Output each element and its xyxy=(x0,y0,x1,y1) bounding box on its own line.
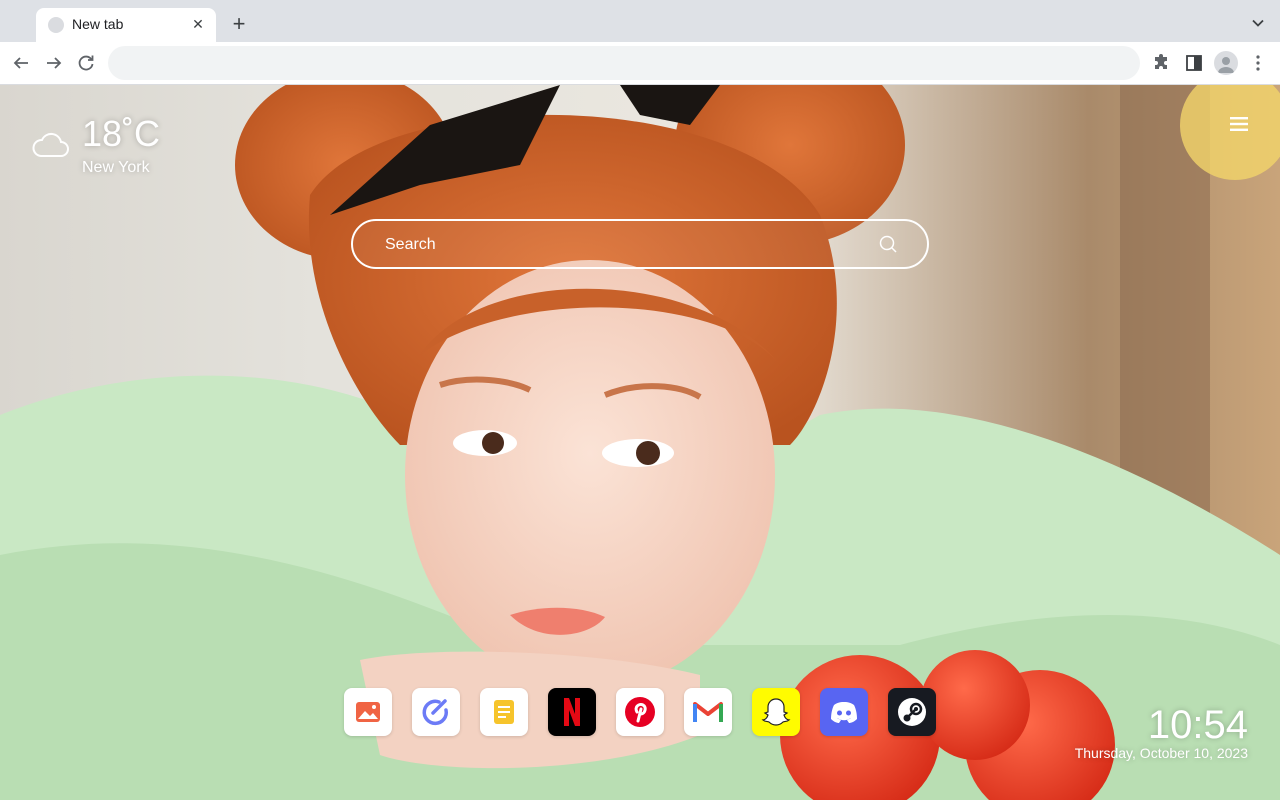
pinterest-icon xyxy=(625,697,655,727)
weather-city: New York xyxy=(82,159,150,176)
puzzle-icon[interactable] xyxy=(1150,51,1174,75)
search-input[interactable] xyxy=(383,221,867,269)
notepad-icon xyxy=(494,700,514,724)
close-icon[interactable]: ✕ xyxy=(188,14,208,34)
clock-time: 10:54 xyxy=(1147,703,1248,747)
netflix-icon xyxy=(564,698,580,726)
tab-strip: New tab ✕ + xyxy=(0,0,1280,42)
discord-icon xyxy=(831,702,857,723)
steam-icon xyxy=(898,698,926,726)
weather-temperature: 18˚C xyxy=(82,113,161,154)
app-pinterest[interactable] xyxy=(616,688,664,736)
clock-widget: 10:54 Thursday, October 10, 2023 xyxy=(1075,703,1248,761)
browser-toolbar xyxy=(0,42,1280,85)
snapchat-icon xyxy=(761,698,791,726)
app-steam[interactable] xyxy=(888,688,936,736)
tab-title: New tab xyxy=(72,16,124,32)
chevron-down-icon[interactable] xyxy=(1248,13,1268,33)
clock-date: Thursday, October 10, 2023 xyxy=(1074,745,1248,761)
reload-icon[interactable] xyxy=(74,51,98,75)
arrow-right-icon[interactable] xyxy=(42,51,66,75)
image-icon xyxy=(356,702,380,722)
side-panel-icon[interactable] xyxy=(1182,51,1206,75)
search-icon[interactable] xyxy=(879,235,897,253)
app-discord[interactable] xyxy=(820,688,868,736)
app-todo[interactable] xyxy=(412,688,460,736)
avatar-icon[interactable] xyxy=(1214,51,1238,75)
plus-icon[interactable]: + xyxy=(226,11,252,37)
app-snapchat[interactable] xyxy=(752,688,800,736)
check-circle-icon xyxy=(422,699,448,726)
cloud-icon xyxy=(32,132,69,157)
gmail-icon xyxy=(693,702,723,722)
tab-new-tab[interactable]: New tab ✕ xyxy=(36,8,216,42)
new-tab-page: 18˚C New York Search 10:54 Thursday, Oct… xyxy=(0,85,1280,800)
arrow-left-icon[interactable] xyxy=(9,51,33,75)
tab-favicon-icon xyxy=(48,17,64,33)
kebab-icon[interactable] xyxy=(1246,51,1270,75)
hamburger-icon[interactable] xyxy=(1230,115,1248,133)
app-photos[interactable] xyxy=(344,688,392,736)
search-bar[interactable] xyxy=(351,219,929,269)
app-gmail[interactable] xyxy=(684,688,732,736)
app-netflix[interactable] xyxy=(548,688,596,736)
app-notes[interactable] xyxy=(480,688,528,736)
omnibox-input[interactable] xyxy=(108,46,1140,80)
